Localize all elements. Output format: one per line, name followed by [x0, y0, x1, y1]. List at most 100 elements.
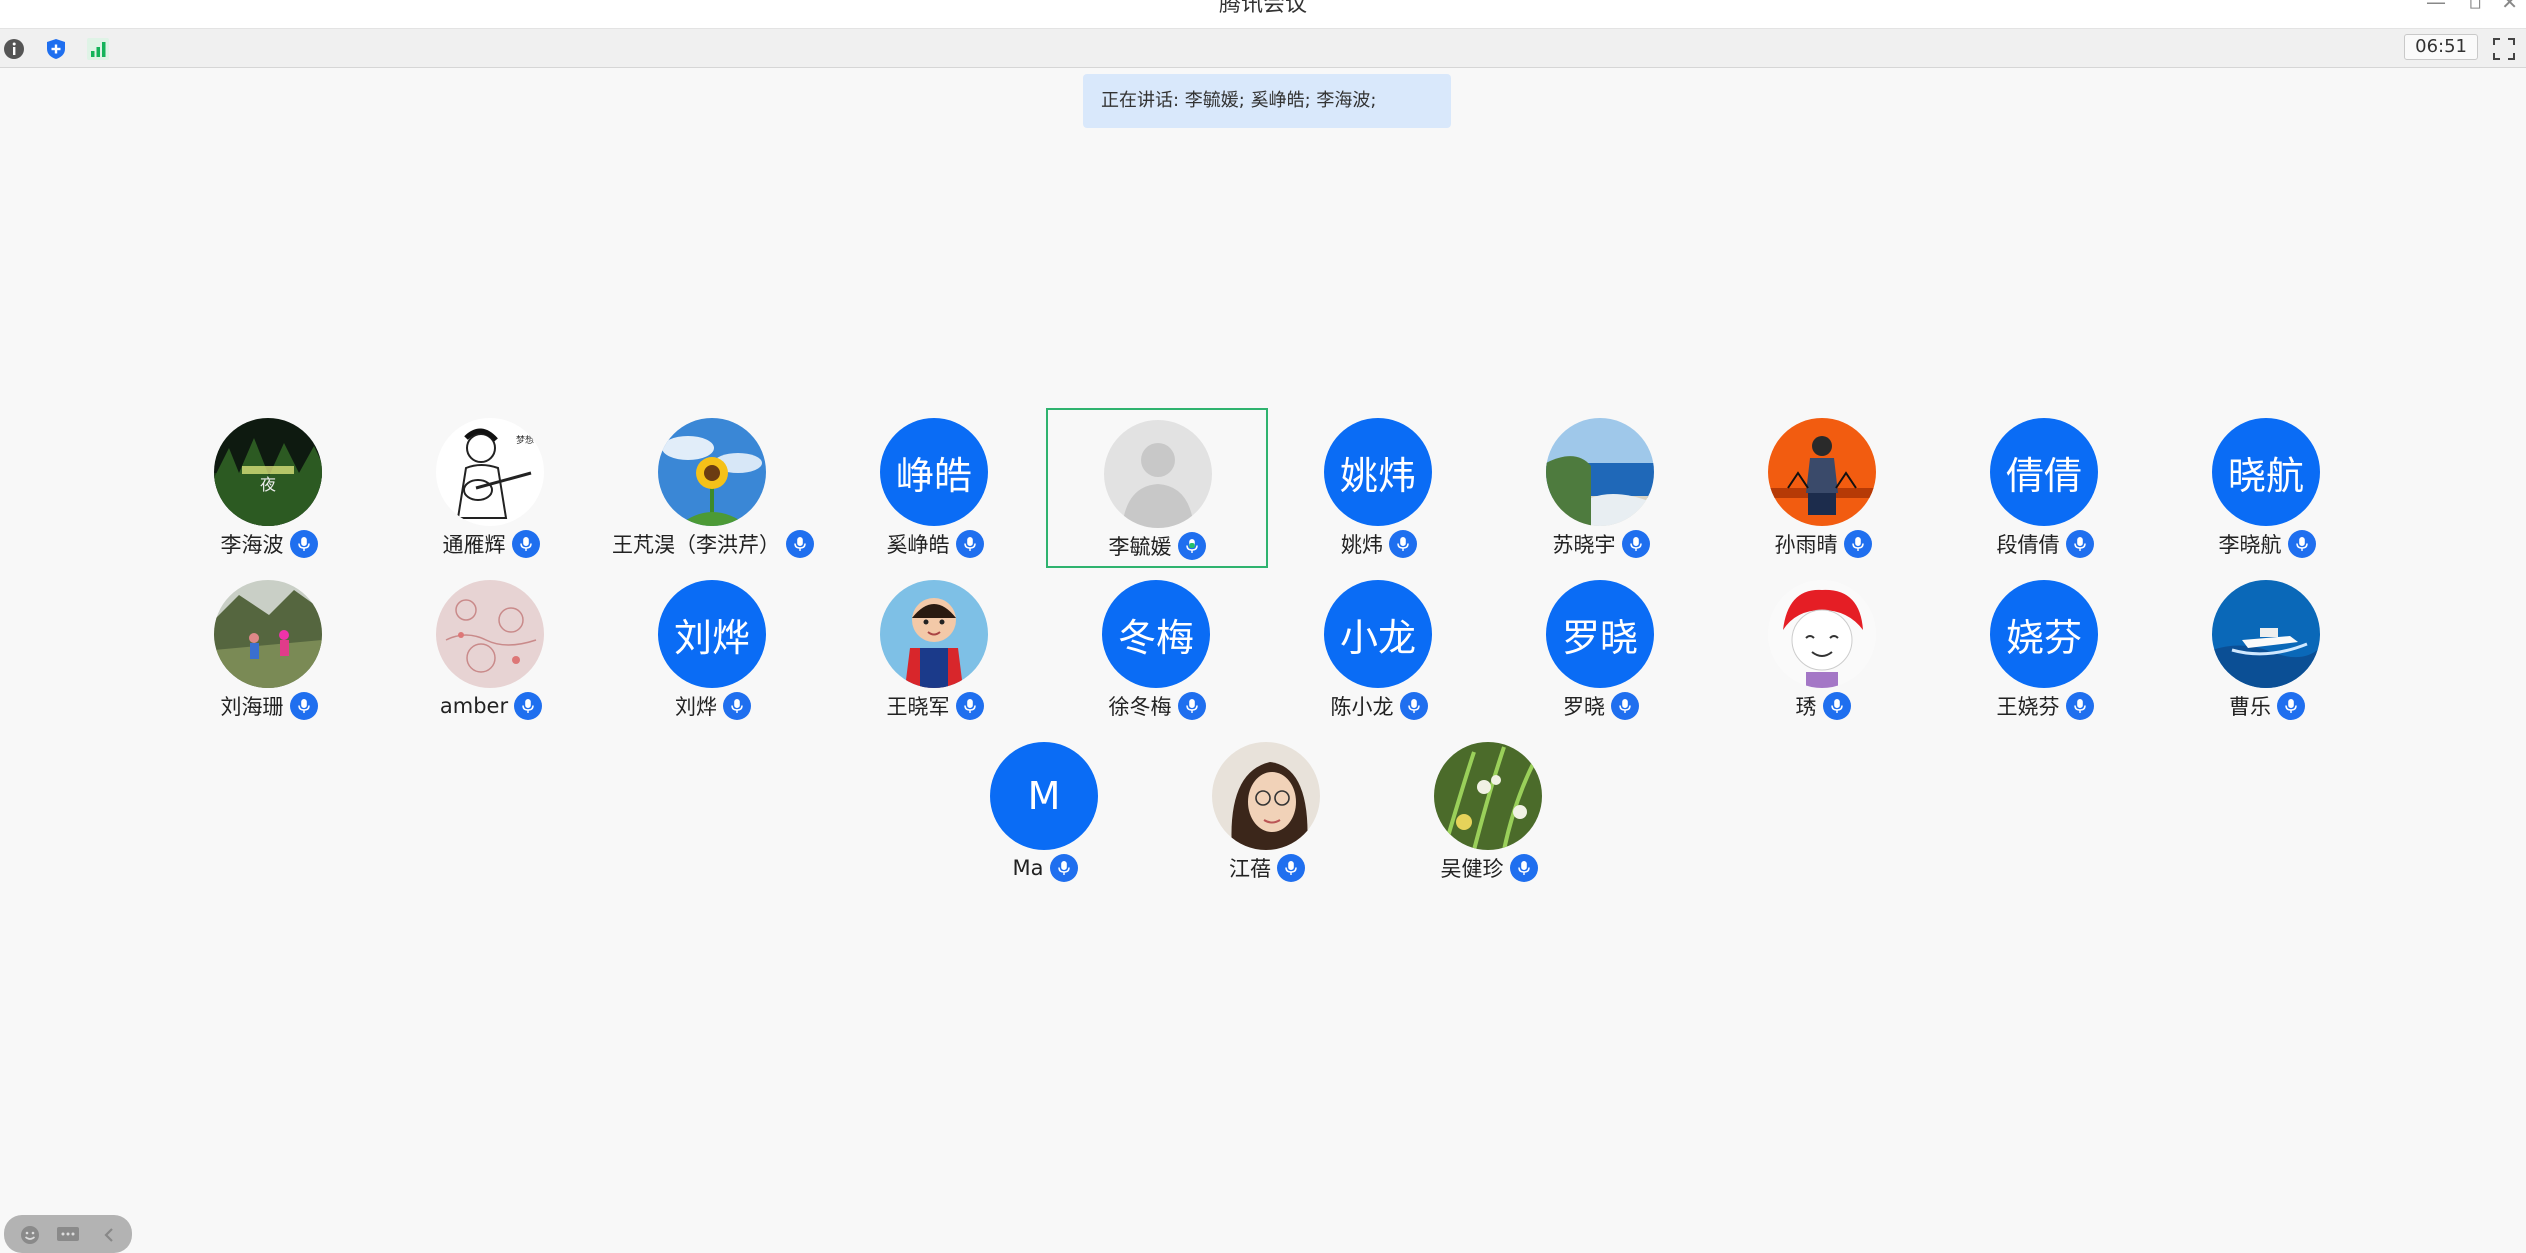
- avatar: [1768, 580, 1876, 688]
- speaking-banner: 正在讲话: 李毓媛; 奚峥皓; 李海波;: [1083, 74, 1451, 128]
- avatar: [1434, 742, 1542, 850]
- participant-label: 王芃淏（李洪芹）: [602, 528, 824, 560]
- mic-icon: [955, 692, 984, 720]
- mic-icon: [2065, 692, 2094, 720]
- participant-label: 李海波: [158, 528, 380, 560]
- participant-tile[interactable]: amber: [380, 570, 602, 730]
- participant-name: Ma: [1012, 856, 1044, 880]
- participant-label: 苏晓宇: [1490, 528, 1712, 560]
- mic-icon: [1611, 692, 1639, 720]
- minimize-icon[interactable]: —: [2426, 0, 2446, 14]
- participant-tile[interactable]: 刘烨 刘烨: [602, 570, 824, 730]
- mic-icon: [511, 530, 540, 558]
- participant-tile[interactable]: 刘海珊: [158, 570, 380, 730]
- window-title: 腾讯会议: [1218, 0, 1307, 17]
- participant-label: 通雁辉: [380, 528, 602, 560]
- participant-tile[interactable]: 倩倩段倩倩: [1934, 408, 2156, 568]
- participant-tile[interactable]: 晓航李晓航: [2156, 408, 2378, 568]
- participant-tile[interactable]: 夜李海波: [158, 408, 380, 568]
- participant-tile[interactable]: 江蓓: [1156, 732, 1378, 892]
- mic-icon: [723, 692, 751, 720]
- emoji-icon[interactable]: [18, 1225, 42, 1245]
- participant-tile[interactable]: 娆芬 王娆芬: [1934, 570, 2156, 730]
- mic-icon: [2065, 530, 2094, 558]
- participant-name: 段倩倩: [1996, 533, 2060, 557]
- mic-icon: [1049, 854, 1078, 882]
- avatar: [1768, 418, 1876, 526]
- participant-tile[interactable]: 姚炜 姚炜: [1268, 408, 1490, 568]
- participant-tile[interactable]: 吴健珍: [1378, 732, 1600, 892]
- avatar: [1212, 742, 1320, 850]
- avatar: 倩倩: [1990, 418, 2098, 526]
- avatar: 梦想: [436, 418, 544, 526]
- avatar: [436, 580, 544, 688]
- participant-name: 徐冬梅: [1108, 695, 1172, 719]
- participant-label: 陈小龙: [1268, 690, 1490, 722]
- avatar: [1546, 418, 1654, 526]
- meeting-timer: 06:51: [2404, 34, 2478, 60]
- participant-label: 吴健珍: [1378, 852, 1600, 884]
- title-bar: 腾讯会议 — ▫ ✕: [0, 0, 2526, 29]
- meeting-toolbar: 06:51: [0, 29, 2526, 68]
- collapse-chevron-icon[interactable]: [98, 1225, 122, 1245]
- participant-label: 姚炜: [1268, 528, 1490, 560]
- participant-name: 罗晓: [1563, 695, 1605, 719]
- participant-tile[interactable]: 孙雨晴: [1712, 408, 1934, 568]
- participant-label: 江蓓: [1156, 852, 1378, 884]
- participant-tile[interactable]: 小龙 陈小龙: [1268, 570, 1490, 730]
- mic-icon: [2277, 692, 2305, 720]
- avatar: [1104, 420, 1212, 528]
- participant-label: 孙雨晴: [1712, 528, 1934, 560]
- restore-icon[interactable]: ▫: [2468, 0, 2482, 14]
- participant-name: 江蓓: [1229, 857, 1271, 881]
- close-icon[interactable]: ✕: [2501, 0, 2518, 14]
- mic-icon: [289, 692, 318, 720]
- participant-name: 琇: [1795, 695, 1817, 719]
- avatar: 罗晓: [1546, 580, 1654, 688]
- avatar: 峥皓: [880, 418, 988, 526]
- participant-tile[interactable]: 峥皓奚峥皓: [824, 408, 1046, 568]
- security-shield-icon[interactable]: [45, 38, 67, 60]
- participant-label: 琇: [1712, 690, 1934, 722]
- avatar: [880, 580, 988, 688]
- participant-name: 吴健珍: [1440, 857, 1504, 881]
- participant-tile[interactable]: M Ma: [934, 732, 1156, 892]
- avatar: 冬梅: [1102, 580, 1210, 688]
- avatar: [214, 580, 322, 688]
- participant-name: 刘海珊: [220, 695, 284, 719]
- mic-icon: [289, 530, 318, 558]
- participant-name: 李晓航: [2218, 533, 2282, 557]
- participant-tile[interactable]: 王晓军: [824, 570, 1046, 730]
- participant-name: 奚峥皓: [886, 533, 950, 557]
- participant-tile[interactable]: 罗晓 罗晓: [1490, 570, 1712, 730]
- avatar: 晓航: [2212, 418, 2320, 526]
- avatar: [658, 418, 766, 526]
- participant-name: 李毓媛: [1108, 535, 1172, 559]
- participant-label: 李毓媛: [1048, 530, 1266, 562]
- fullscreen-icon[interactable]: [2492, 37, 2516, 61]
- participant-tile[interactable]: 梦想 通雁辉: [380, 408, 602, 568]
- chat-icon[interactable]: [56, 1225, 80, 1245]
- info-icon[interactable]: [3, 38, 25, 60]
- participant-tile[interactable]: 李毓媛: [1046, 408, 1268, 568]
- mic-icon: [1389, 530, 1417, 558]
- participant-tile[interactable]: 琇: [1712, 570, 1934, 730]
- mic-icon: [1621, 530, 1650, 558]
- mic-speaking-icon: [1177, 532, 1206, 560]
- bottom-toolbar-toggle[interactable]: [4, 1215, 132, 1253]
- svg-text:夜: 夜: [260, 475, 276, 494]
- participant-tile[interactable]: 冬梅徐冬梅: [1046, 570, 1268, 730]
- participant-label: 奚峥皓: [824, 528, 1046, 560]
- participant-tile[interactable]: 曹乐: [2156, 570, 2378, 730]
- participant-tile[interactable]: 王芃淏（李洪芹）: [602, 408, 824, 568]
- mic-icon: [2287, 530, 2316, 558]
- participant-name: 曹乐: [2229, 695, 2271, 719]
- participant-label: 刘烨: [602, 690, 824, 722]
- signal-strength-icon[interactable]: [87, 38, 109, 60]
- avatar: 娆芬: [1990, 580, 2098, 688]
- mic-icon: [955, 530, 984, 558]
- avatar: 刘烨: [658, 580, 766, 688]
- participant-tile[interactable]: 苏晓宇: [1490, 408, 1712, 568]
- avatar: 姚炜: [1324, 418, 1432, 526]
- mic-icon: [1822, 692, 1851, 720]
